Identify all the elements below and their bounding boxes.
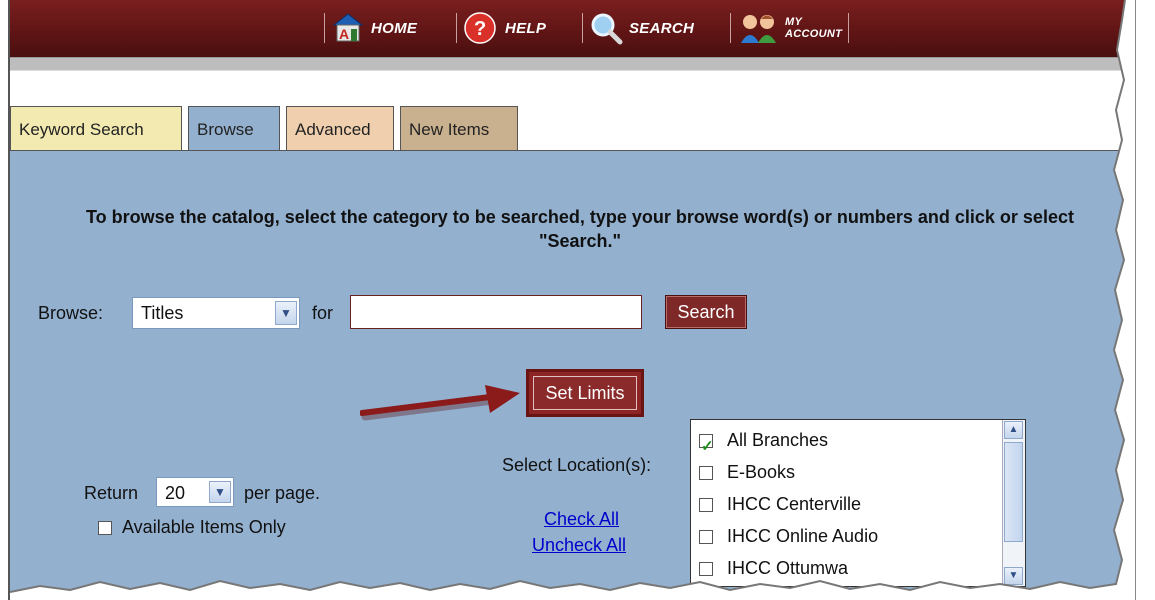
torn-edge-overlay: [10, 0, 1135, 600]
browser-frame: A HOME ? HELP SEARCH MY ACCOUNT Keyword …: [8, 0, 1136, 600]
